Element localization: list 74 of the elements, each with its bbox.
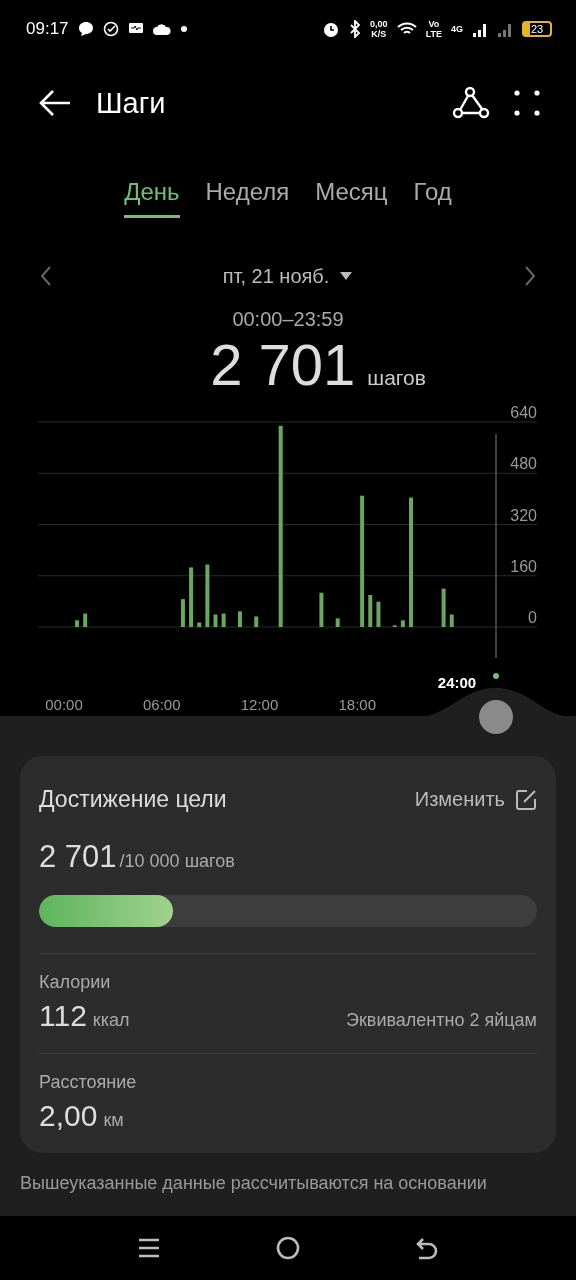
card-title: Достижение цели <box>39 786 227 813</box>
signal-icon <box>472 21 488 37</box>
previous-day-button[interactable] <box>40 265 52 287</box>
step-bar <box>75 620 80 627</box>
home-button[interactable] <box>276 1236 300 1260</box>
period-tab[interactable]: День <box>124 176 180 218</box>
date-picker[interactable]: пт, 21 нояб. <box>216 263 360 289</box>
stat-value: 2,00 <box>39 1099 98 1133</box>
step-bar <box>376 601 381 627</box>
edit-button[interactable]: Изменить <box>414 788 537 811</box>
more-button[interactable] <box>514 90 540 116</box>
step-bar <box>368 594 373 627</box>
step-bar <box>83 613 88 627</box>
stat-note: Эквивалентно 2 яйцам <box>346 1010 537 1031</box>
stat-label: Расстояние <box>39 1072 138 1093</box>
period-tab[interactable]: Месяц <box>315 176 388 218</box>
step-bar <box>213 614 218 627</box>
page-title: Шаги <box>96 86 167 120</box>
stat-value: 112 <box>39 999 87 1033</box>
stat-unit: км <box>103 1110 124 1130</box>
step-total: 2 701 <box>210 331 356 398</box>
period-tab[interactable]: Год <box>413 176 452 218</box>
y-axis-label: 480 <box>510 455 537 473</box>
volte-indicator: Vo LTE <box>425 19 442 39</box>
menu-button[interactable] <box>138 1237 160 1259</box>
step-bar <box>205 564 210 627</box>
step-bar <box>441 588 446 627</box>
step-bar <box>400 620 405 627</box>
alarm-clock-icon <box>322 20 341 38</box>
period-tab[interactable]: Неделя <box>205 176 290 218</box>
x-axis-label: 18:00 <box>338 696 376 713</box>
next-day-button[interactable] <box>524 265 536 287</box>
dropdown-triangle-icon <box>339 271 354 281</box>
cursor-dot <box>493 673 499 679</box>
clock: 09:17 <box>26 19 69 39</box>
check-circle-icon <box>102 21 119 37</box>
steps-count: 2 701 <box>39 839 117 875</box>
step-bar <box>221 613 226 627</box>
back-button[interactable] <box>38 89 72 117</box>
y-axis-label: 320 <box>510 506 537 524</box>
signal-icon <box>497 21 513 37</box>
edit-icon <box>515 788 537 811</box>
disclaimer-text: Вышеуказанные данные рассчитываются на основании <box>20 1173 488 1194</box>
battery-indicator: 23 <box>522 21 552 37</box>
scrubber-handle[interactable] <box>479 700 513 734</box>
chat-bubble-icon <box>77 21 94 37</box>
step-bar <box>319 592 324 627</box>
step-bar <box>197 622 202 627</box>
network-speed: 0,00 K/S <box>370 19 388 39</box>
x-axis-label: 12:00 <box>240 696 279 713</box>
step-bar <box>237 611 242 627</box>
step-unit: шагов <box>367 366 426 390</box>
monitor-icon <box>127 22 144 36</box>
step-bar <box>335 618 340 627</box>
step-bar <box>449 614 454 627</box>
step-bar <box>254 616 259 627</box>
network-type: 4G <box>451 24 463 34</box>
step-bar <box>189 567 194 627</box>
time-range: 00:00–23:59 <box>231 308 345 331</box>
cursor-time: 24:00 <box>437 674 477 691</box>
cloud-icon <box>152 23 171 35</box>
steps-goal: /10 000 шагов <box>119 851 235 872</box>
stat-unit: ккал <box>92 1010 130 1030</box>
route-button[interactable] <box>452 86 490 120</box>
y-axis-label: 160 <box>510 557 537 575</box>
dot-icon <box>179 25 188 33</box>
x-axis-label: 06:00 <box>143 696 181 713</box>
stat-label: Калории <box>39 972 112 993</box>
y-axis-label: 0 <box>528 609 537 626</box>
x-axis-label: 00:00 <box>45 696 83 713</box>
y-axis-label: 640 <box>510 404 537 421</box>
back-nav-button[interactable] <box>416 1236 438 1260</box>
step-bar <box>180 599 185 627</box>
bluetooth-icon <box>349 20 362 38</box>
